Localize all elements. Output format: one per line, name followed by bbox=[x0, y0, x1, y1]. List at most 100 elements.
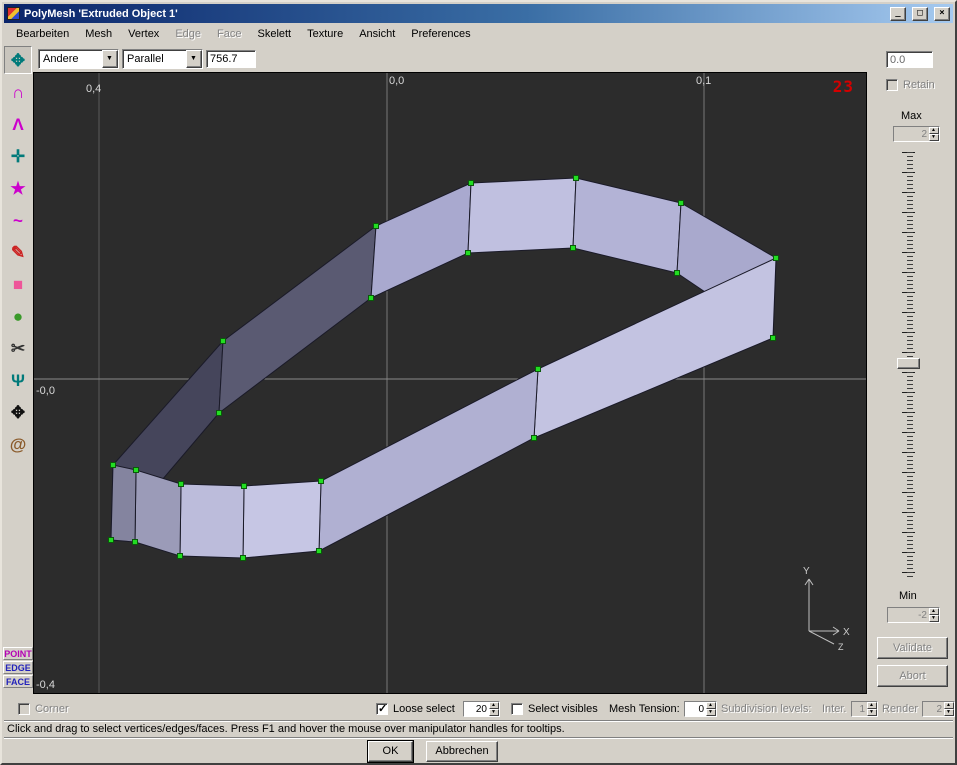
cancel-button[interactable]: Abbrechen bbox=[426, 741, 498, 762]
extrude-tool-button[interactable]: Λ bbox=[4, 110, 32, 138]
maximize-button[interactable]: □ bbox=[912, 6, 928, 21]
close-button[interactable]: × bbox=[934, 6, 950, 21]
mesh-vertex-handle[interactable] bbox=[531, 435, 537, 441]
max-spinner[interactable]: 2 bbox=[893, 126, 940, 142]
move-tool-button[interactable]: ✥ bbox=[4, 46, 32, 74]
limit-slider-thumb[interactable] bbox=[897, 358, 920, 369]
bean-tool-button[interactable]: ● bbox=[4, 302, 32, 330]
mesh-face[interactable] bbox=[218, 224, 377, 415]
mesh-vertex-handle[interactable] bbox=[241, 483, 247, 489]
mesh-face[interactable] bbox=[134, 469, 182, 557]
spin-down-icon[interactable] bbox=[944, 709, 954, 716]
mesh-vertex-handle[interactable] bbox=[373, 223, 379, 229]
min-spinner-arrows[interactable] bbox=[929, 608, 939, 622]
mesh-face[interactable] bbox=[533, 257, 777, 439]
mesh-vertex-handle[interactable] bbox=[468, 180, 474, 186]
viewport[interactable]: Y X Z 0,4 0,0 0,1 -0,0 -0,4 23 bbox=[33, 72, 867, 694]
inter-spinner[interactable]: 1 bbox=[851, 701, 878, 717]
menu-item-preferences[interactable]: Preferences bbox=[403, 25, 478, 43]
mesh-vertex-handle[interactable] bbox=[318, 478, 324, 484]
chevron-down-icon[interactable] bbox=[102, 50, 118, 68]
render-spinner[interactable]: 2 bbox=[922, 701, 955, 717]
abort-button[interactable]: Abort bbox=[877, 665, 948, 687]
projection-combobox[interactable]: Parallel bbox=[122, 49, 203, 69]
mesh-vertex-handle[interactable] bbox=[110, 462, 116, 468]
menu-item-vertex[interactable]: Vertex bbox=[120, 25, 167, 43]
menu-item-mesh[interactable]: Mesh bbox=[77, 25, 120, 43]
pen-tool-button[interactable]: ✎ bbox=[4, 238, 32, 266]
menu-item-texture[interactable]: Texture bbox=[299, 25, 351, 43]
mode-combobox[interactable]: Andere bbox=[38, 49, 119, 69]
mesh-vertex-handle[interactable] bbox=[465, 250, 471, 256]
loose-select-checkbox[interactable] bbox=[376, 702, 388, 715]
spin-down-icon[interactable] bbox=[929, 615, 939, 622]
mesh-tension-spinner[interactable]: 0 bbox=[684, 701, 717, 717]
validate-button[interactable]: Validate bbox=[877, 637, 948, 659]
face-square-tool-button[interactable]: ■ bbox=[4, 270, 32, 298]
menu-item-ansicht[interactable]: Ansicht bbox=[351, 25, 403, 43]
spin-up-icon[interactable] bbox=[867, 702, 877, 709]
chevron-down-icon[interactable] bbox=[186, 50, 202, 68]
mode-button-edge[interactable]: EDGE bbox=[3, 661, 33, 674]
spin-up-icon[interactable] bbox=[489, 702, 499, 709]
mesh-vertex-handle[interactable] bbox=[674, 270, 680, 276]
mesh-vertex-handle[interactable] bbox=[177, 553, 183, 559]
menu-item-skelett[interactable]: Skelett bbox=[249, 25, 299, 43]
mesh-object[interactable] bbox=[108, 175, 779, 561]
scissors-tool-button[interactable]: ✂ bbox=[4, 334, 32, 362]
ok-button[interactable]: OK bbox=[367, 740, 414, 763]
mesh-vertex-handle[interactable] bbox=[773, 255, 779, 261]
arch-tool-button[interactable]: ∩ bbox=[4, 78, 32, 106]
mesh-vertex-handle[interactable] bbox=[316, 548, 322, 554]
mesh-face[interactable] bbox=[467, 177, 577, 254]
select-visibles-checkbox[interactable] bbox=[511, 703, 523, 715]
spin-down-icon[interactable] bbox=[489, 709, 499, 716]
min-spinner[interactable]: -2 bbox=[887, 607, 940, 623]
spin-up-icon[interactable] bbox=[706, 702, 716, 709]
mesh-vertex-handle[interactable] bbox=[535, 366, 541, 372]
mesh-vertex-handle[interactable] bbox=[240, 555, 246, 561]
mesh-vertex-handle[interactable] bbox=[133, 467, 139, 473]
mode-button-face[interactable]: FACE bbox=[3, 675, 33, 688]
mesh-vertex-handle[interactable] bbox=[770, 335, 776, 341]
loose-select-spinner[interactable]: 20 bbox=[463, 701, 500, 717]
inter-spinner-arrows[interactable] bbox=[867, 702, 877, 716]
viewport-canvas[interactable]: Y X Z bbox=[34, 73, 867, 694]
spin-down-icon[interactable] bbox=[929, 134, 939, 141]
snail-tool-button[interactable]: @ bbox=[4, 430, 32, 458]
menu-item-face[interactable]: Face bbox=[209, 25, 249, 43]
title-bar[interactable]: PolyMesh 'Extruded Object 1' _ □ × bbox=[4, 4, 953, 23]
mesh-vertex-handle[interactable] bbox=[368, 295, 374, 301]
axes-tool-button[interactable]: ✛ bbox=[4, 142, 32, 170]
mesh-vertex-handle[interactable] bbox=[678, 200, 684, 206]
corner-checkbox[interactable] bbox=[18, 703, 30, 715]
mesh-face[interactable] bbox=[572, 177, 682, 274]
pan-tool-button[interactable]: ✥ bbox=[4, 398, 32, 426]
mesh-vertex-handle[interactable] bbox=[178, 481, 184, 487]
render-spinner-arrows[interactable] bbox=[944, 702, 954, 716]
figure-tool-button[interactable]: Ψ bbox=[4, 366, 32, 394]
spin-down-icon[interactable] bbox=[706, 709, 716, 716]
mesh-vertex-handle[interactable] bbox=[216, 410, 222, 416]
minimize-button[interactable]: _ bbox=[890, 6, 906, 21]
mesh-vertex-handle[interactable] bbox=[573, 175, 579, 181]
mesh-face[interactable] bbox=[370, 182, 472, 299]
spin-up-icon[interactable] bbox=[929, 127, 939, 134]
spin-up-icon[interactable] bbox=[929, 608, 939, 615]
spin-up-icon[interactable] bbox=[944, 702, 954, 709]
mesh-vertex-handle[interactable] bbox=[132, 539, 138, 545]
menu-item-edge[interactable]: Edge bbox=[167, 25, 209, 43]
mesh-face[interactable] bbox=[110, 464, 137, 543]
loose-select-spinner-arrows[interactable] bbox=[489, 702, 499, 716]
mesh-face[interactable] bbox=[242, 480, 322, 559]
toolbar-value-input[interactable] bbox=[206, 50, 256, 68]
mesh-vertex-handle[interactable] bbox=[108, 537, 114, 543]
mode-button-point[interactable]: POINT bbox=[3, 647, 33, 660]
retain-value-input[interactable] bbox=[886, 51, 933, 68]
mesh-face[interactable] bbox=[179, 483, 245, 559]
mesh-vertex-handle[interactable] bbox=[570, 245, 576, 251]
star-tool-button[interactable]: ★ bbox=[4, 174, 32, 202]
mesh-vertex-handle[interactable] bbox=[220, 338, 226, 344]
curve-tool-button[interactable]: ~ bbox=[4, 206, 32, 234]
retain-checkbox[interactable] bbox=[886, 79, 898, 91]
